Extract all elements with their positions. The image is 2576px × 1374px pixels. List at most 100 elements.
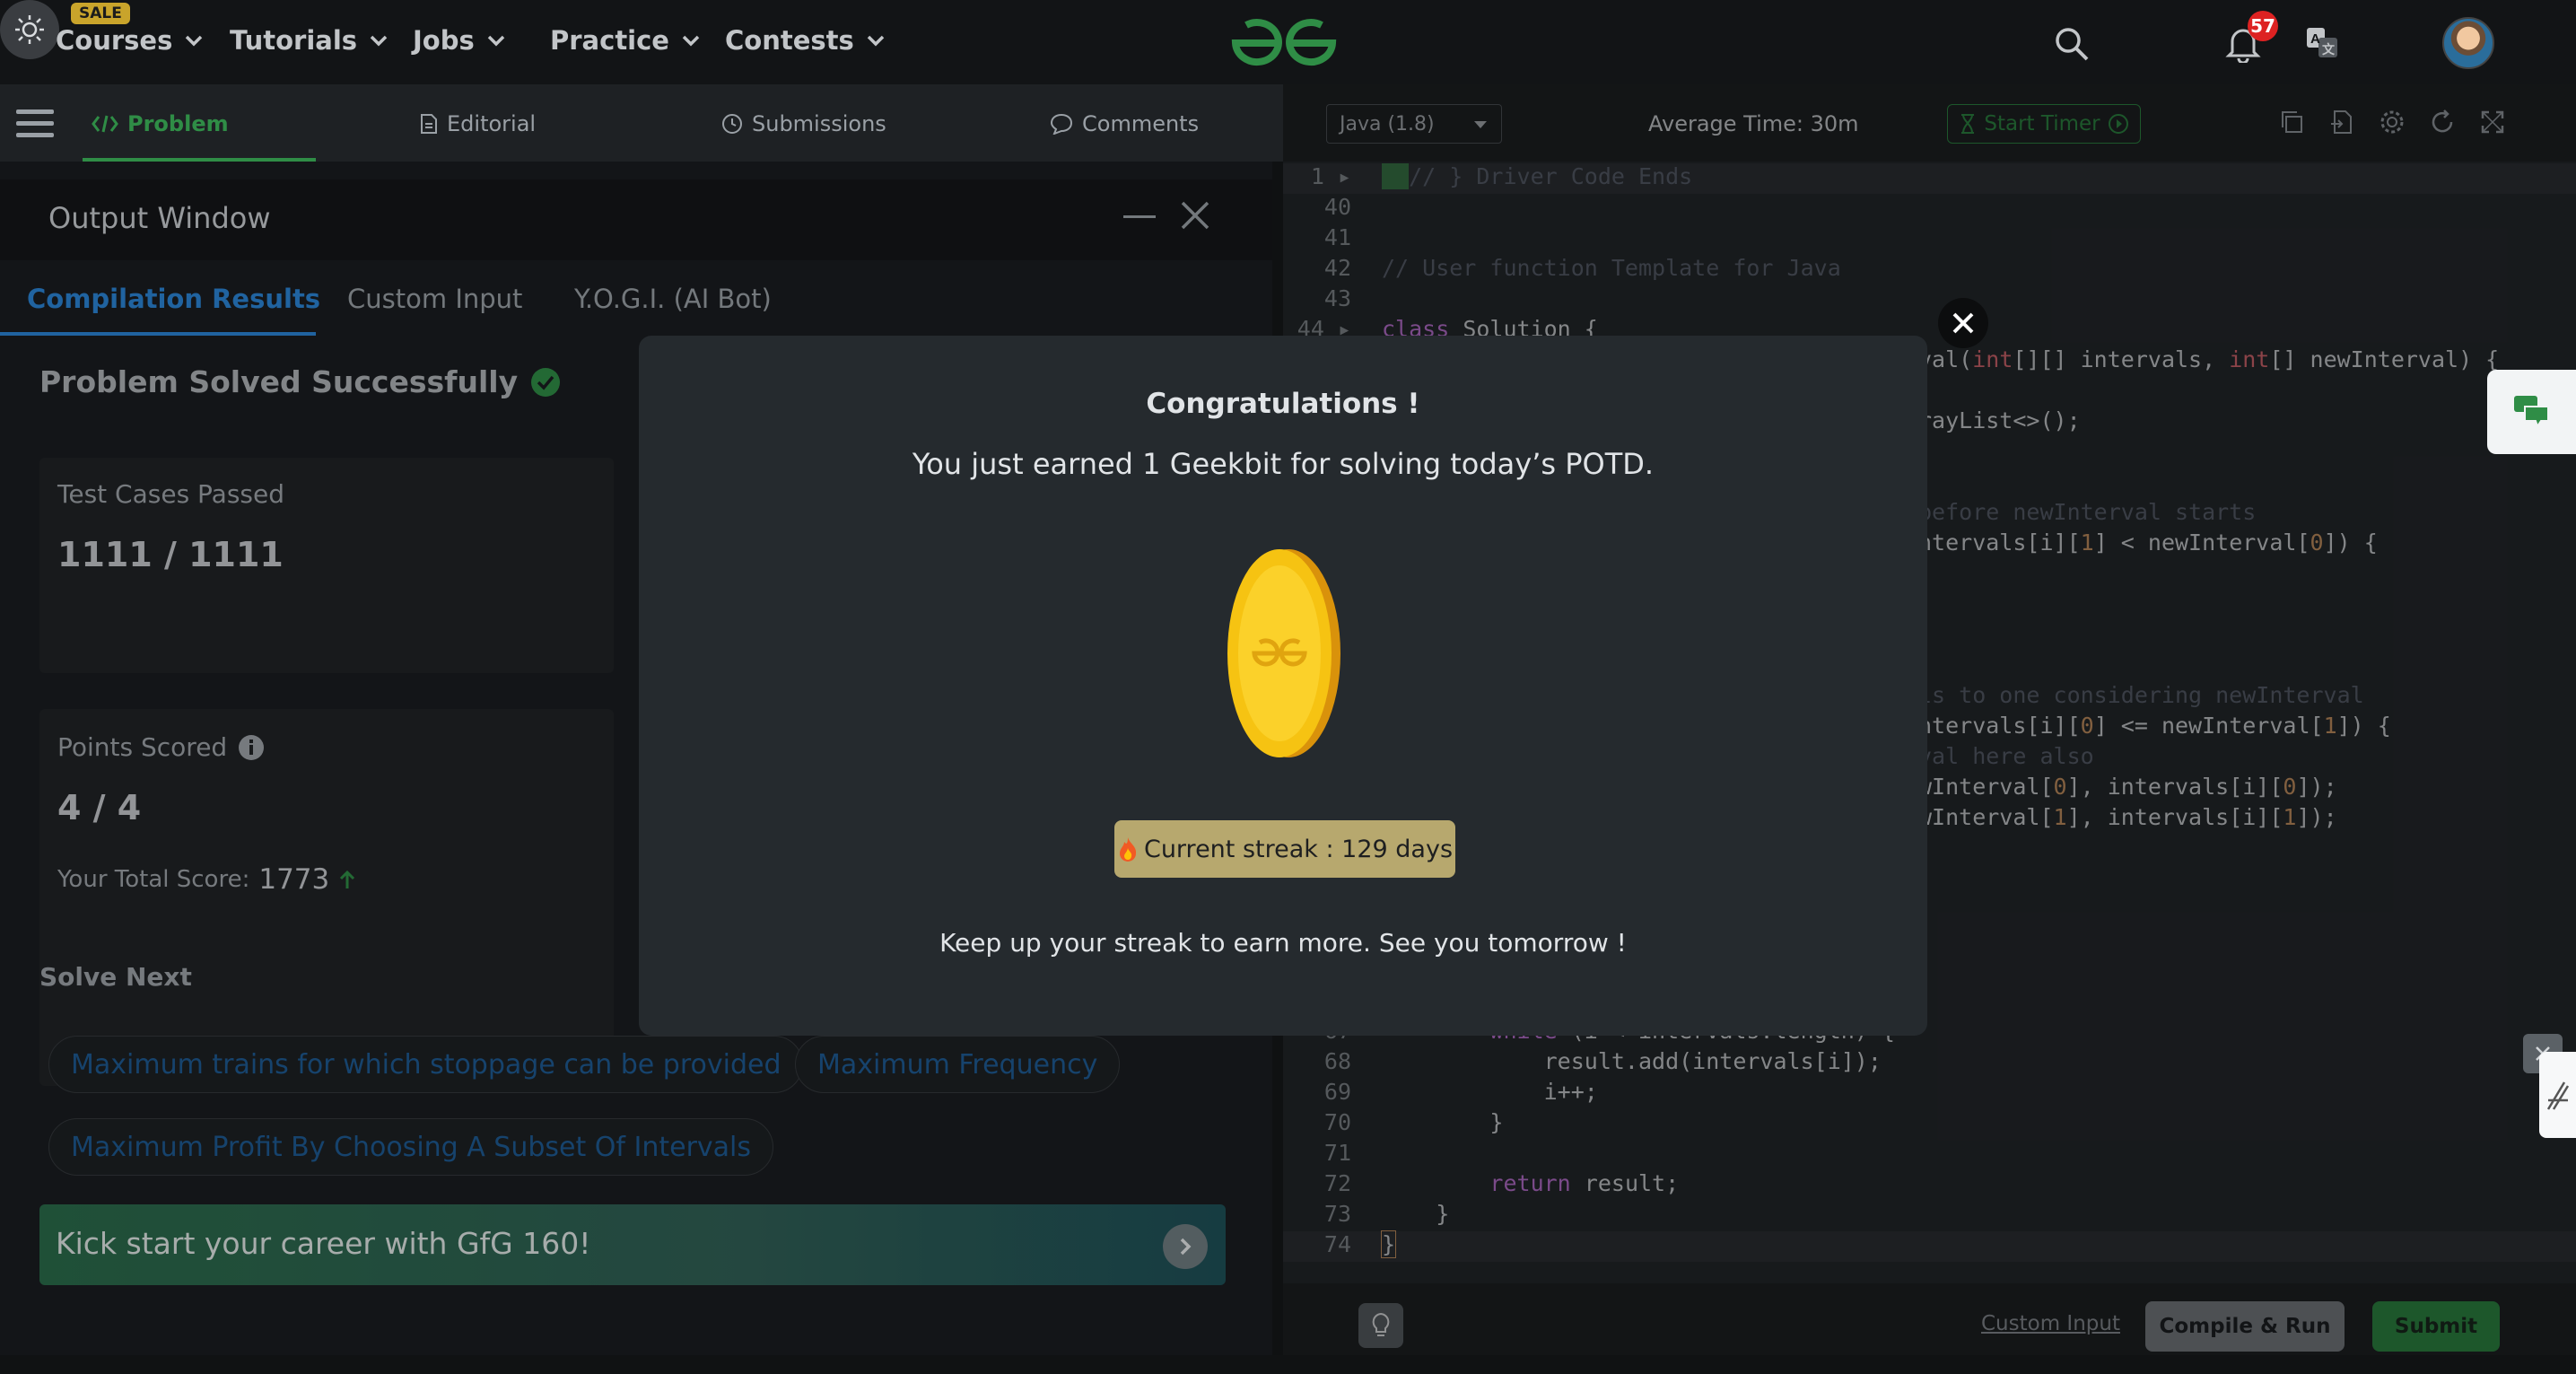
start-timer-button[interactable]: Start Timer <box>1947 104 2141 144</box>
lightbulb-icon <box>1372 1312 1390 1336</box>
play-circle-icon <box>2108 114 2128 134</box>
total-score-label: Your Total Score: <box>57 866 250 893</box>
career-banner-text: Kick start your career with GfG 160! <box>56 1226 591 1261</box>
points-label-row: Points Scored <box>57 732 265 762</box>
editor-toolbar: Java (1.8) Average Time: 30m Start Timer <box>1283 84 2576 162</box>
hourglass-icon <box>1961 114 1975 134</box>
tab-problem[interactable]: Problem <box>92 111 229 136</box>
career-banner[interactable]: Kick start your career with GfG 160! <box>39 1204 1226 1285</box>
sun-icon <box>15 15 44 44</box>
sale-badge: SALE <box>71 3 130 24</box>
tab-editorial-label: Editorial <box>447 111 537 136</box>
chat-button[interactable] <box>2487 370 2576 454</box>
import-file-icon[interactable] <box>2329 109 2354 135</box>
chevron-down-icon <box>186 35 203 47</box>
potd-congratulations-modal: Congratulations ! You just earned 1 Geek… <box>639 336 1927 1036</box>
chevron-down-icon <box>682 35 700 47</box>
code-icon <box>92 115 118 133</box>
language-select[interactable]: Java (1.8) <box>1326 104 1502 144</box>
solve-next-item[interactable]: Maximum Frequency <box>795 1036 1121 1093</box>
tab-yogi-ai-bot[interactable]: Y.O.G.I. (AI Bot) <box>574 284 772 314</box>
output-window-tabs: Compilation Results Custom Input Y.O.G.I… <box>0 260 1272 336</box>
code-line: 40 <box>1323 194 1351 220</box>
test-cases-card: Test Cases Passed 1111 / 1111 <box>39 458 614 673</box>
tab-submissions[interactable]: Submissions <box>721 111 886 136</box>
minimize-button[interactable] <box>1123 215 1156 218</box>
chevron-down-icon <box>487 35 504 47</box>
fullscreen-icon[interactable] <box>2480 109 2505 135</box>
geekbit-coin-icon <box>1227 549 1340 757</box>
top-navigation-bar: SALE Courses Tutorials Jobs Practice Con… <box>0 0 2576 84</box>
tab-problem-label: Problem <box>127 111 229 136</box>
code-line: 1 ▸ ▭▭// } Driver Code Ends <box>1283 163 2576 194</box>
caret-down-icon <box>1474 121 1487 128</box>
solve-next-item[interactable]: Maximum Profit By Choosing A Subset Of I… <box>48 1118 774 1176</box>
copy-icon[interactable] <box>2279 109 2304 135</box>
code-line: 72 return result; <box>1323 1170 1680 1196</box>
compile-run-button[interactable]: Compile & Run <box>2145 1301 2345 1352</box>
chevron-right-icon <box>1180 1238 1192 1256</box>
pen-icon <box>2546 1081 2569 1110</box>
nav-practice[interactable]: Practice <box>550 25 700 56</box>
points-card: Points Scored 4 / 4 Your Total Score: 17… <box>39 709 614 1086</box>
nav-contests[interactable]: Contests <box>725 25 885 56</box>
nav-courses-label: Courses <box>56 25 173 56</box>
custom-input-link[interactable]: Custom Input <box>1981 1312 2120 1335</box>
chevron-down-icon <box>370 35 388 47</box>
streak-text: Current streak : 129 days <box>1143 835 1454 863</box>
tab-editorial[interactable]: Editorial <box>420 111 536 136</box>
svg-text:A: A <box>2310 31 2320 47</box>
nav-courses[interactable]: Courses <box>56 25 203 56</box>
submit-button[interactable]: Submit <box>2372 1301 2500 1352</box>
code-line: 43 <box>1323 285 1351 311</box>
code-line: 71 <box>1323 1140 1351 1166</box>
hint-button[interactable] <box>1358 1303 1403 1348</box>
tab-comments[interactable]: Comments <box>1050 111 1199 136</box>
modal-close-button[interactable] <box>1938 298 1988 348</box>
code-line: 70 } <box>1323 1109 1504 1135</box>
notification-count-badge: 57 <box>2248 11 2278 41</box>
search-icon[interactable] <box>2055 27 2089 61</box>
modal-title: Congratulations ! <box>1146 388 1420 420</box>
streak-badge: Current streak : 129 days <box>1114 820 1455 878</box>
nav-tutorials[interactable]: Tutorials <box>230 25 388 56</box>
problem-tabs-bar: Problem Editorial Submissions Comments <box>0 84 1283 162</box>
reset-icon[interactable] <box>2430 109 2455 135</box>
menu-icon[interactable] <box>16 108 54 140</box>
solve-next-item[interactable]: Maximum trains for which stoppage can be… <box>48 1036 804 1093</box>
test-cases-label: Test Cases Passed <box>57 479 285 509</box>
tab-submissions-label: Submissions <box>752 111 886 136</box>
start-timer-label: Start Timer <box>1984 112 2100 136</box>
comment-icon <box>1050 113 1073 135</box>
active-tab-indicator <box>0 332 316 336</box>
tab-comments-label: Comments <box>1082 111 1200 136</box>
side-feedback-tab[interactable] <box>2539 1052 2576 1138</box>
document-icon <box>421 114 437 134</box>
nav-jobs-label: Jobs <box>413 25 475 56</box>
nav-tutorials-label: Tutorials <box>230 25 358 56</box>
info-icon[interactable] <box>238 734 265 761</box>
theme-toggle-button[interactable] <box>0 0 59 59</box>
banner-arrow-button[interactable] <box>1163 1224 1208 1269</box>
points-value: 4 / 4 <box>57 788 142 827</box>
chevron-down-icon <box>867 35 885 47</box>
code-line: 68 result.add(intervals[i]); <box>1323 1048 1882 1074</box>
tab-compilation-results[interactable]: Compilation Results <box>27 284 320 314</box>
code-line: 42// User function Template for Java <box>1323 255 1841 281</box>
total-score-row: Your Total Score: 1773 <box>57 863 356 896</box>
modal-footer-text: Keep up your streak to earn more. See yo… <box>939 928 1627 958</box>
avatar[interactable] <box>2442 17 2494 69</box>
language-select-value: Java (1.8) <box>1340 112 1435 136</box>
nav-practice-label: Practice <box>550 25 669 56</box>
chat-icon <box>2514 396 2549 429</box>
gear-icon[interactable] <box>2380 109 2405 135</box>
gfg-logo[interactable] <box>1228 13 1340 70</box>
fire-icon <box>1119 837 1137 862</box>
points-label: Points Scored <box>57 732 228 762</box>
tab-custom-input[interactable]: Custom Input <box>347 284 522 314</box>
modal-message: You just earned 1 Geekbit for solving to… <box>912 447 1655 481</box>
translate-icon[interactable]: A 文 <box>2306 27 2338 59</box>
nav-jobs[interactable]: Jobs <box>413 25 505 56</box>
clock-icon <box>722 114 742 134</box>
close-icon[interactable] <box>1179 199 1211 232</box>
